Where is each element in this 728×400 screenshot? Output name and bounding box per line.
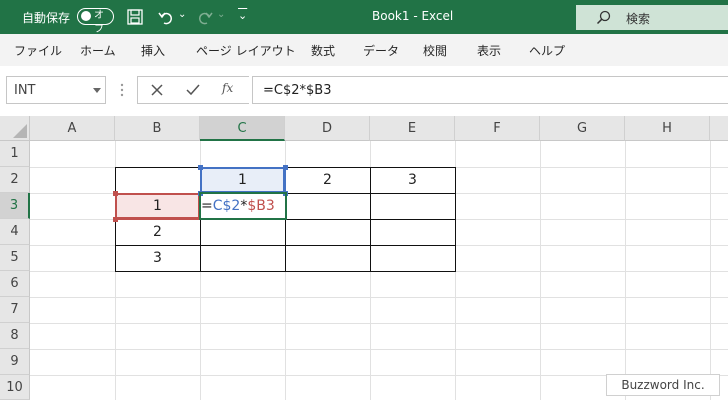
redo-dropdown-icon: ⌄: [217, 9, 226, 20]
tab-file[interactable]: ファイル: [14, 42, 62, 59]
gridline: [30, 349, 728, 350]
row-header-3[interactable]: 3: [0, 193, 30, 219]
search-box[interactable]: 検索: [576, 5, 728, 30]
tab-home[interactable]: ホーム: [80, 42, 116, 59]
watermark: Buzzword Inc.: [606, 374, 720, 396]
formula-equals: =: [201, 198, 213, 214]
cell-e2[interactable]: 3: [370, 167, 455, 193]
row-header-9[interactable]: 9: [0, 349, 30, 375]
column-header-e[interactable]: E: [370, 116, 455, 141]
redo-icon: [198, 12, 213, 25]
undo-icon[interactable]: [157, 8, 175, 26]
formula-buttons: fx: [137, 76, 249, 104]
gridline: [30, 297, 728, 298]
select-all-icon: [13, 124, 27, 138]
title-bar: 自動保存 オフ ⌄ ⌄ ⌄ Book1 - Excel 検索: [0, 0, 728, 35]
column-header-h[interactable]: H: [625, 116, 710, 141]
cell-c3-editing[interactable]: =C$2*$B3: [201, 194, 285, 218]
cell-b3[interactable]: 1: [115, 193, 200, 219]
column-header-f[interactable]: F: [455, 116, 540, 141]
search-placeholder: 検索: [626, 12, 651, 26]
select-all-corner[interactable]: [0, 116, 30, 141]
row-header-7[interactable]: 7: [0, 297, 30, 323]
column-header-d[interactable]: D: [285, 116, 370, 141]
column-header-partial: [710, 116, 728, 141]
row-header-8[interactable]: 8: [0, 323, 30, 349]
formula-bar: INT fx =C$2*$B3: [0, 66, 728, 117]
autosave-label: 自動保存: [22, 11, 71, 25]
tab-insert[interactable]: 挿入: [141, 42, 165, 59]
autosave-state: オフ: [94, 10, 104, 35]
table-border: [455, 167, 456, 272]
tab-formulas[interactable]: 数式: [311, 42, 335, 59]
undo-dropdown-icon[interactable]: ⌄: [178, 9, 186, 20]
customize-quick-access-icon[interactable]: ⌄: [238, 9, 247, 22]
row-header-10[interactable]: 10: [0, 375, 30, 400]
enter-check-icon[interactable]: [186, 84, 200, 96]
row-header-6[interactable]: 6: [0, 271, 30, 297]
search-icon: [596, 10, 611, 25]
row-header-1[interactable]: 1: [0, 141, 30, 167]
save-icon[interactable]: [127, 9, 143, 25]
more-options-icon[interactable]: [120, 83, 124, 97]
column-header-a[interactable]: A: [30, 116, 115, 141]
chevron-down-icon[interactable]: [93, 88, 101, 93]
insert-function-icon[interactable]: fx: [222, 81, 233, 95]
gridline: [30, 323, 728, 324]
tab-help[interactable]: ヘルプ: [529, 42, 565, 59]
tab-data[interactable]: データ: [363, 42, 399, 59]
cell-d2[interactable]: 2: [285, 167, 370, 193]
tab-page-layout[interactable]: ページ レイアウト: [196, 42, 296, 59]
tab-view[interactable]: 表示: [477, 42, 501, 59]
ribbon-tabs: ファイル ホーム 挿入 ページ レイアウト 数式 データ 校閲 表示 ヘルプ: [0, 34, 728, 66]
formula-text: =C$2*$B3: [263, 83, 332, 98]
column-header-b[interactable]: B: [115, 116, 200, 141]
document-title: Book1 - Excel: [372, 9, 454, 23]
formula-input[interactable]: =C$2*$B3: [252, 76, 728, 104]
name-box-value: INT: [14, 83, 36, 98]
cell-c2[interactable]: 1: [200, 167, 285, 193]
row-header-2[interactable]: 2: [0, 167, 30, 193]
formula-ref-c2: C$2: [212, 198, 241, 214]
name-box[interactable]: INT: [6, 76, 106, 104]
tab-review[interactable]: 校閲: [423, 42, 447, 59]
column-header-c[interactable]: C: [200, 116, 285, 141]
cell-b5[interactable]: 3: [115, 245, 200, 271]
autosave-toggle[interactable]: オフ: [77, 8, 114, 35]
formula-ref-b3: $B3: [247, 198, 275, 214]
worksheet-grid[interactable]: A B C D E F G H 1 2 3 4 5 6 7 8 9 10 1 2…: [0, 116, 728, 400]
cancel-icon[interactable]: [151, 84, 163, 96]
row-header-5[interactable]: 5: [0, 245, 30, 271]
toggle-knob: [81, 11, 91, 21]
column-header-g[interactable]: G: [540, 116, 625, 141]
cell-b4[interactable]: 2: [115, 219, 200, 245]
row-header-4[interactable]: 4: [0, 219, 30, 245]
